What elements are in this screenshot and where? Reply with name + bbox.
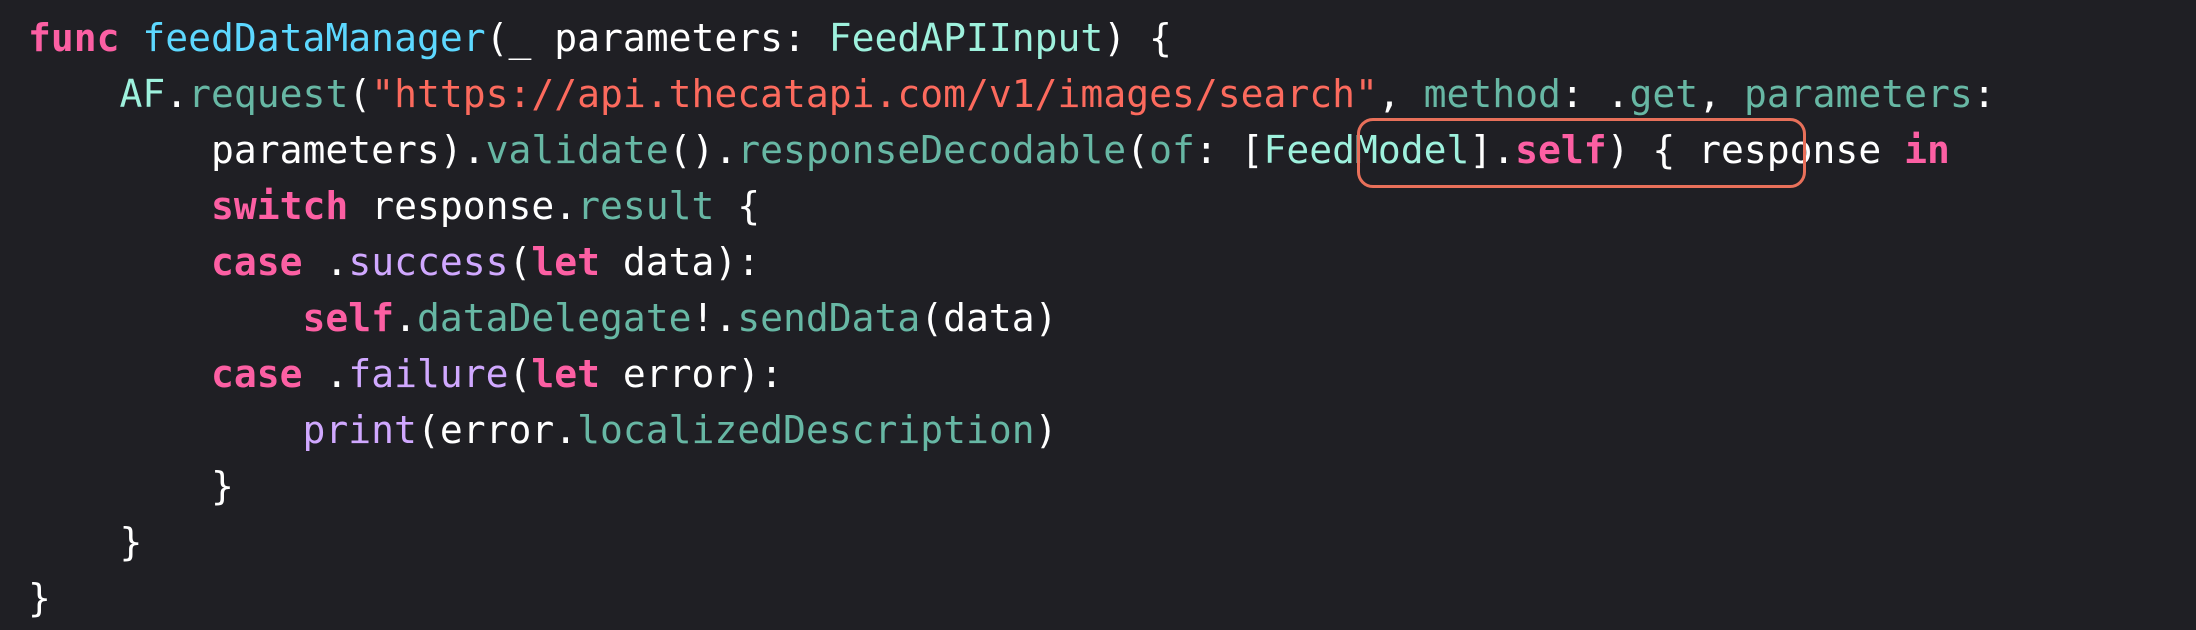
code-token: ) <box>1034 408 1058 452</box>
code-token: dataDelegate <box>416 296 692 340</box>
code-token: error): <box>600 352 784 396</box>
code-token: ( <box>508 240 532 284</box>
code-token: ( <box>508 352 532 396</box>
code-token: response. <box>348 184 578 228</box>
code-token: } <box>28 576 51 620</box>
code-line-2[interactable]: AF.request("https://api.thecatapi.com/v1… <box>28 66 1996 122</box>
code-token: FeedAPIInput <box>828 16 1104 60</box>
code-token: result <box>577 184 715 228</box>
code-editor[interactable]: func feedDataManager(_ parameters: FeedA… <box>0 0 2196 630</box>
code-token: "https://api.thecatapi.com/v1/images/sea… <box>371 72 1378 116</box>
code-token: , <box>1698 72 1744 116</box>
code-token: get <box>1629 72 1699 116</box>
code-token: case <box>211 352 303 396</box>
code-token: } <box>28 520 143 564</box>
code-line-5[interactable]: case .success(let data): <box>28 234 760 290</box>
code-token: ( <box>348 72 372 116</box>
code-token: (). <box>668 128 738 172</box>
code-token: data): <box>600 240 761 284</box>
code-token: parameters <box>1743 72 1973 116</box>
code-token: failure <box>348 352 509 396</box>
code-token: success <box>348 240 509 284</box>
code-token: : [ <box>1194 128 1264 172</box>
code-token: (error. <box>416 408 578 452</box>
code-token: let <box>531 352 600 396</box>
code-token: responseDecodable <box>737 128 1127 172</box>
code-token: feedDataManager <box>142 16 486 60</box>
code-line-9[interactable]: } <box>28 458 234 514</box>
code-token: . <box>302 240 349 284</box>
code-token: let <box>531 240 600 284</box>
code-line-8[interactable]: print(error.localizedDescription) <box>28 402 1058 458</box>
code-token: . <box>302 352 349 396</box>
code-line-1[interactable]: func feedDataManager(_ parameters: FeedA… <box>28 10 1172 66</box>
code-token: case <box>211 240 303 284</box>
code-token: ( <box>1126 128 1150 172</box>
code-token: of <box>1149 128 1195 172</box>
code-token: , <box>1377 72 1424 116</box>
code-token: . <box>394 296 417 340</box>
code-token: method <box>1423 72 1561 116</box>
code-token: print <box>302 408 417 452</box>
code-token: validate <box>485 128 669 172</box>
highlight-annotation-box <box>1357 118 1806 188</box>
code-token: self <box>302 296 395 340</box>
code-token: AF <box>119 72 166 116</box>
code-line-7[interactable]: case .failure(let error): <box>28 346 783 402</box>
code-token: : . <box>1560 72 1630 116</box>
code-token: sendData <box>737 296 921 340</box>
code-token: . <box>165 72 189 116</box>
code-line-4[interactable]: switch response.result { <box>28 178 760 234</box>
code-line-11[interactable]: } <box>28 570 51 626</box>
code-line-10[interactable]: } <box>28 514 143 570</box>
code-token: : <box>1972 72 1996 116</box>
code-token: in <box>1904 128 1950 172</box>
code-token: localizedDescription <box>577 408 1035 452</box>
code-token: (data) <box>920 296 1058 340</box>
code-line-6[interactable]: self.dataDelegate!.sendData(data) <box>28 290 1058 346</box>
code-token: ) { <box>1103 16 1172 60</box>
code-token: !. <box>691 296 738 340</box>
code-token: (_ parameters: <box>485 16 829 60</box>
code-token: parameters). <box>28 128 486 172</box>
code-token: func <box>28 16 120 60</box>
code-token: { <box>714 184 761 228</box>
code-token: switch <box>211 184 349 228</box>
code-token: } <box>28 464 234 508</box>
code-token: request <box>188 72 349 116</box>
